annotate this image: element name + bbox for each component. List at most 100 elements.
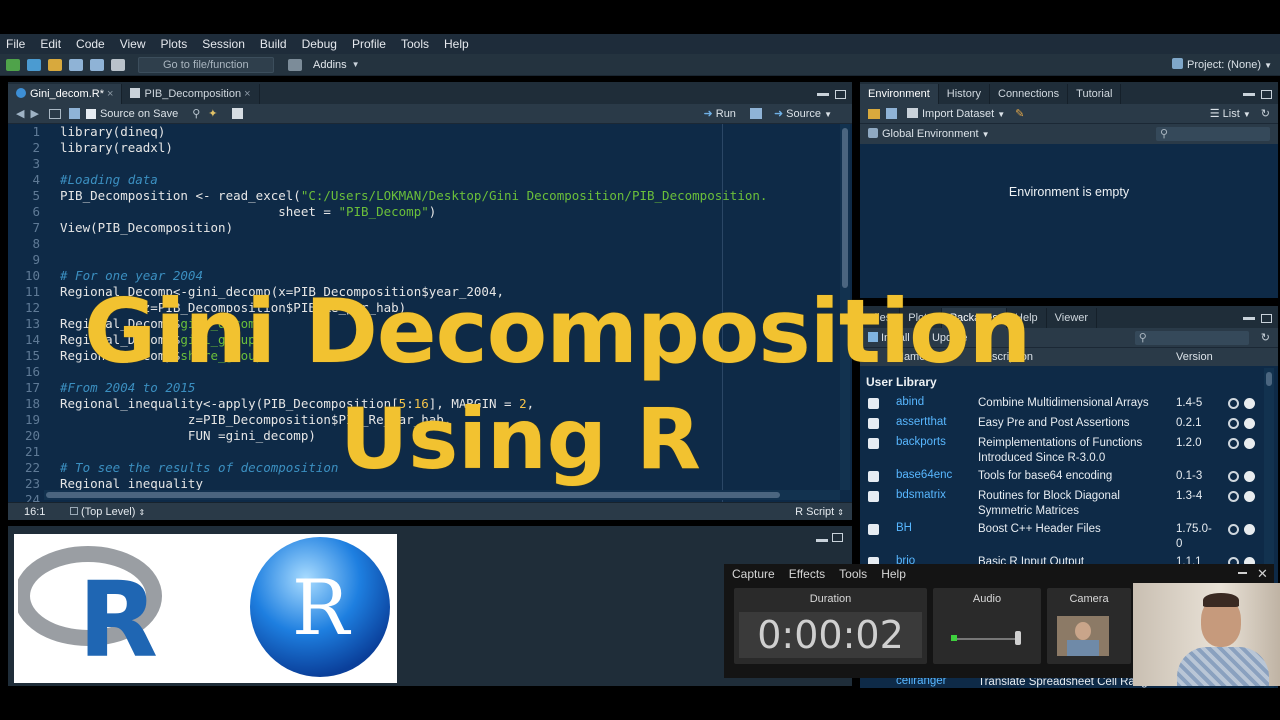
show-in-window-icon[interactable] <box>48 108 61 119</box>
new-file-icon[interactable] <box>6 58 20 71</box>
tab-history[interactable]: History <box>939 84 990 104</box>
code-line[interactable]: 6 sheet = "PIB_Decomp") <box>8 204 767 220</box>
global-env-selector[interactable]: Global Environment ▼ <box>868 128 990 140</box>
horizontal-scrollbar[interactable] <box>44 490 840 500</box>
file-type-selector[interactable]: R Script ⇕ <box>795 506 844 518</box>
menu-file[interactable]: File <box>6 37 25 51</box>
new-project-icon[interactable] <box>27 58 41 71</box>
globe-icon[interactable] <box>1228 491 1239 502</box>
remove-package-icon[interactable] <box>1244 524 1255 535</box>
recorder-menu-effects[interactable]: Effects <box>789 567 825 581</box>
open-file-icon[interactable] <box>48 58 62 71</box>
source-on-save-checkbox[interactable] <box>85 108 96 119</box>
list-view-selector[interactable]: ☰ List ▼ <box>1210 107 1251 120</box>
import-dataset-button[interactable]: Import Dataset ▼ <box>907 107 1005 120</box>
source-button[interactable]: ➜ Source ▼ <box>774 107 832 120</box>
forward-arrow-icon[interactable]: ▶ <box>30 107 38 120</box>
package-name[interactable]: abind <box>896 396 924 408</box>
project-menu[interactable]: Project: (None) ▼ <box>1172 58 1272 71</box>
run-button[interactable]: ➜ Run <box>704 107 736 120</box>
globe-icon[interactable] <box>1228 418 1239 429</box>
save-icon[interactable] <box>68 108 80 119</box>
minimize-pane-icon[interactable] <box>816 539 828 542</box>
package-name[interactable]: BH <box>896 522 912 534</box>
package-checkbox[interactable] <box>868 438 879 449</box>
package-checkbox[interactable] <box>868 418 879 429</box>
code-line[interactable]: 3 <box>8 156 767 172</box>
packages-search-input[interactable]: ⚲ <box>1134 330 1249 345</box>
code-line[interactable]: 2 library(readxl) <box>8 140 767 156</box>
compile-report-icon[interactable] <box>231 108 243 119</box>
remove-package-icon[interactable] <box>1244 398 1255 409</box>
remove-package-icon[interactable] <box>1244 471 1255 482</box>
save-icon[interactable] <box>69 58 83 71</box>
print-icon[interactable] <box>111 58 125 71</box>
package-checkbox[interactable] <box>868 491 879 502</box>
remove-package-icon[interactable] <box>1244 491 1255 502</box>
code-line[interactable]: 5 PIB_Decomposition <- read_excel("C:/Use… <box>8 188 767 204</box>
code-line[interactable]: 1 library(dineq) <box>8 124 767 140</box>
menu-tools[interactable]: Tools <box>401 37 429 51</box>
audio-slider-handle[interactable] <box>1015 631 1021 645</box>
tab-connections[interactable]: Connections <box>990 84 1069 104</box>
save-all-icon[interactable] <box>90 58 104 71</box>
package-name[interactable]: base64enc <box>896 469 952 481</box>
save-workspace-icon[interactable] <box>886 108 897 119</box>
package-row[interactable]: backports Reimplementations of Functions … <box>860 436 1272 466</box>
package-name[interactable]: assertthat <box>896 416 947 428</box>
addins-menu[interactable]: Addins <box>313 59 347 71</box>
minimize-pane-icon[interactable] <box>817 93 829 96</box>
package-checkbox[interactable] <box>868 471 879 482</box>
maximize-pane-icon[interactable] <box>1261 314 1272 323</box>
load-workspace-icon[interactable] <box>868 108 880 119</box>
package-name[interactable]: bdsmatrix <box>896 489 946 501</box>
workspace-panes-icon[interactable] <box>288 58 302 71</box>
recorder-menu-capture[interactable]: Capture <box>732 567 775 581</box>
recorder-menu-help[interactable]: Help <box>881 567 906 581</box>
maximize-pane-icon[interactable] <box>835 90 846 99</box>
menu-debug[interactable]: Debug <box>302 37 337 51</box>
package-row[interactable]: BH Boost C++ Header Files 1.75.0-0 <box>860 522 1272 552</box>
menu-edit[interactable]: Edit <box>40 37 61 51</box>
scrollbar-thumb[interactable] <box>46 492 780 498</box>
remove-package-icon[interactable] <box>1244 418 1255 429</box>
back-arrow-icon[interactable]: ◀ <box>16 107 24 120</box>
menu-profile[interactable]: Profile <box>352 37 386 51</box>
remove-package-icon[interactable] <box>1244 438 1255 449</box>
menu-view[interactable]: View <box>120 37 146 51</box>
recorder-menu-tools[interactable]: Tools <box>839 567 867 581</box>
maximize-pane-icon[interactable] <box>1261 90 1272 99</box>
close-icon[interactable]: × <box>107 88 113 100</box>
menu-help[interactable]: Help <box>444 37 469 51</box>
rerun-icon[interactable] <box>749 108 762 119</box>
broom-icon[interactable]: ✎ <box>1015 107 1024 120</box>
refresh-icon[interactable]: ↻ <box>1261 331 1270 344</box>
tab-pib-decomposition[interactable]: PIB_Decomposition × <box>122 84 260 104</box>
code-line[interactable]: 8 <box>8 236 767 252</box>
globe-icon[interactable] <box>1228 398 1239 409</box>
menu-plots[interactable]: Plots <box>161 37 188 51</box>
env-search-input[interactable]: ⚲ <box>1156 127 1270 141</box>
close-icon[interactable]: ✕ <box>1257 566 1268 582</box>
minimize-icon[interactable] <box>1238 572 1247 574</box>
tab-environment[interactable]: Environment <box>860 84 939 104</box>
code-line[interactable]: 7 View(PIB_Decomposition) <box>8 220 767 236</box>
wand-icon[interactable]: ✦ <box>208 107 217 120</box>
globe-icon[interactable] <box>1228 471 1239 482</box>
scrollbar-thumb[interactable] <box>842 128 848 288</box>
tab-viewer[interactable]: Viewer <box>1047 308 1098 328</box>
globe-icon[interactable] <box>1228 438 1239 449</box>
package-checkbox[interactable] <box>868 398 879 409</box>
refresh-icon[interactable]: ↻ <box>1261 107 1270 120</box>
menu-session[interactable]: Session <box>202 37 245 51</box>
tab-tutorial[interactable]: Tutorial <box>1068 84 1122 104</box>
package-checkbox[interactable] <box>868 524 879 535</box>
search-icon[interactable]: ⚲ <box>192 107 200 120</box>
package-name[interactable]: backports <box>896 436 946 448</box>
globe-icon[interactable] <box>1228 524 1239 535</box>
menu-build[interactable]: Build <box>260 37 287 51</box>
audio-level-slider[interactable] <box>951 631 1021 645</box>
menu-code[interactable]: Code <box>76 37 105 51</box>
scrollbar-thumb[interactable] <box>1266 372 1272 386</box>
col-version[interactable]: Version <box>1176 351 1213 363</box>
